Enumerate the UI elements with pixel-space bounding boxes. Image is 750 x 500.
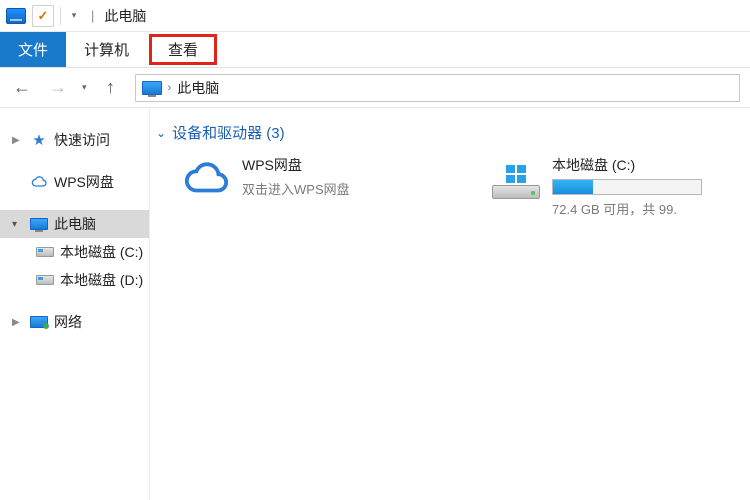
drive-icon [36,271,54,289]
content-pane: ⌄ 设备和驱动器 (3) WPS网盘 双击进入WPS网盘 [150,108,750,500]
tree-this-pc[interactable]: ▾ 此电脑 [0,210,149,238]
tree-quick-access[interactable]: ▶ ★ 快速访问 [0,126,149,154]
nav-recent-dropdown[interactable]: ▾ [82,82,87,93]
tree-drive-c[interactable]: 本地磁盘 (C:) [0,238,149,266]
nav-back-button[interactable]: ← [10,76,34,100]
app-icon[interactable] [6,8,26,24]
item-drive-c[interactable]: 本地磁盘 (C:) 72.4 GB 可用，共 99. [490,153,750,218]
address-bar[interactable]: › 此电脑 [135,74,740,102]
chevron-down-icon[interactable]: ⌄ [156,126,166,140]
item-subtitle: 双击进入WPS网盘 [242,179,350,198]
tree-label: 快速访问 [54,130,110,150]
items-row: WPS网盘 双击进入WPS网盘 本地磁盘 (C:) [156,153,750,218]
tree-label: 此电脑 [54,214,96,234]
drive-icon [36,243,54,261]
tree-drive-d[interactable]: 本地磁盘 (D:) [0,266,149,294]
tree-wps-drive[interactable]: WPS网盘 [0,168,149,196]
navigation-tree: ▶ ★ 快速访问 WPS网盘 ▾ 此电脑 本地磁盘 (C:) 本地磁盘 (D:) [0,108,150,500]
breadcrumb-location[interactable]: 此电脑 [177,78,219,98]
chevron-right-icon[interactable]: ▶ [12,135,24,146]
drive-icon [490,153,542,205]
title-separator: | [91,8,94,23]
breadcrumb-chevron-icon[interactable]: › [168,82,172,94]
disk-usage-text: 72.4 GB 可用，共 99. [552,199,702,218]
tree-label: 本地磁盘 (C:) [60,242,143,262]
nav-up-button[interactable]: ↑ [99,76,123,100]
item-title: 本地磁盘 (C:) [552,155,702,175]
item-wps-drive[interactable]: WPS网盘 双击进入WPS网盘 [180,153,440,218]
check-icon: ✓ [38,8,49,24]
tree-network[interactable]: ▶ 网络 [0,308,149,336]
tab-view[interactable]: 查看 [149,34,217,65]
tree-label: WPS网盘 [54,172,114,192]
disk-usage-bar [552,179,702,195]
chevron-down-icon[interactable]: ▾ [12,219,24,230]
qat-properties-button[interactable]: ✓ [32,5,54,27]
main-area: ▶ ★ 快速访问 WPS网盘 ▾ 此电脑 本地磁盘 (C:) 本地磁盘 (D:) [0,108,750,500]
tab-file[interactable]: 文件 [0,32,66,67]
cloud-icon [180,153,232,205]
chevron-right-icon[interactable]: ▶ [12,317,24,328]
windows-flag-icon [506,165,526,183]
ribbon-tabs: 文件 计算机 查看 [0,32,750,68]
tab-computer[interactable]: 计算机 [66,32,147,67]
qat-dropdown[interactable]: ▾ [67,5,81,27]
this-pc-icon [142,81,162,95]
network-icon [30,313,48,331]
window-title: 此电脑 [104,6,146,26]
navigation-bar: ← → ▾ ↑ › 此电脑 [0,68,750,108]
this-pc-icon [30,215,48,233]
nav-forward-button[interactable]: → [46,76,70,100]
cloud-icon [30,173,48,191]
titlebar: ✓ ▾ | 此电脑 [0,0,750,32]
group-header-devices[interactable]: ⌄ 设备和驱动器 (3) [156,120,750,153]
qat-separator [60,7,61,25]
item-title: WPS网盘 [242,155,350,175]
tree-label: 本地磁盘 (D:) [60,270,143,290]
disk-usage-fill [553,180,593,194]
star-icon: ★ [30,131,48,149]
group-label: 设备和驱动器 (3) [172,122,285,143]
tree-label: 网络 [54,312,82,332]
